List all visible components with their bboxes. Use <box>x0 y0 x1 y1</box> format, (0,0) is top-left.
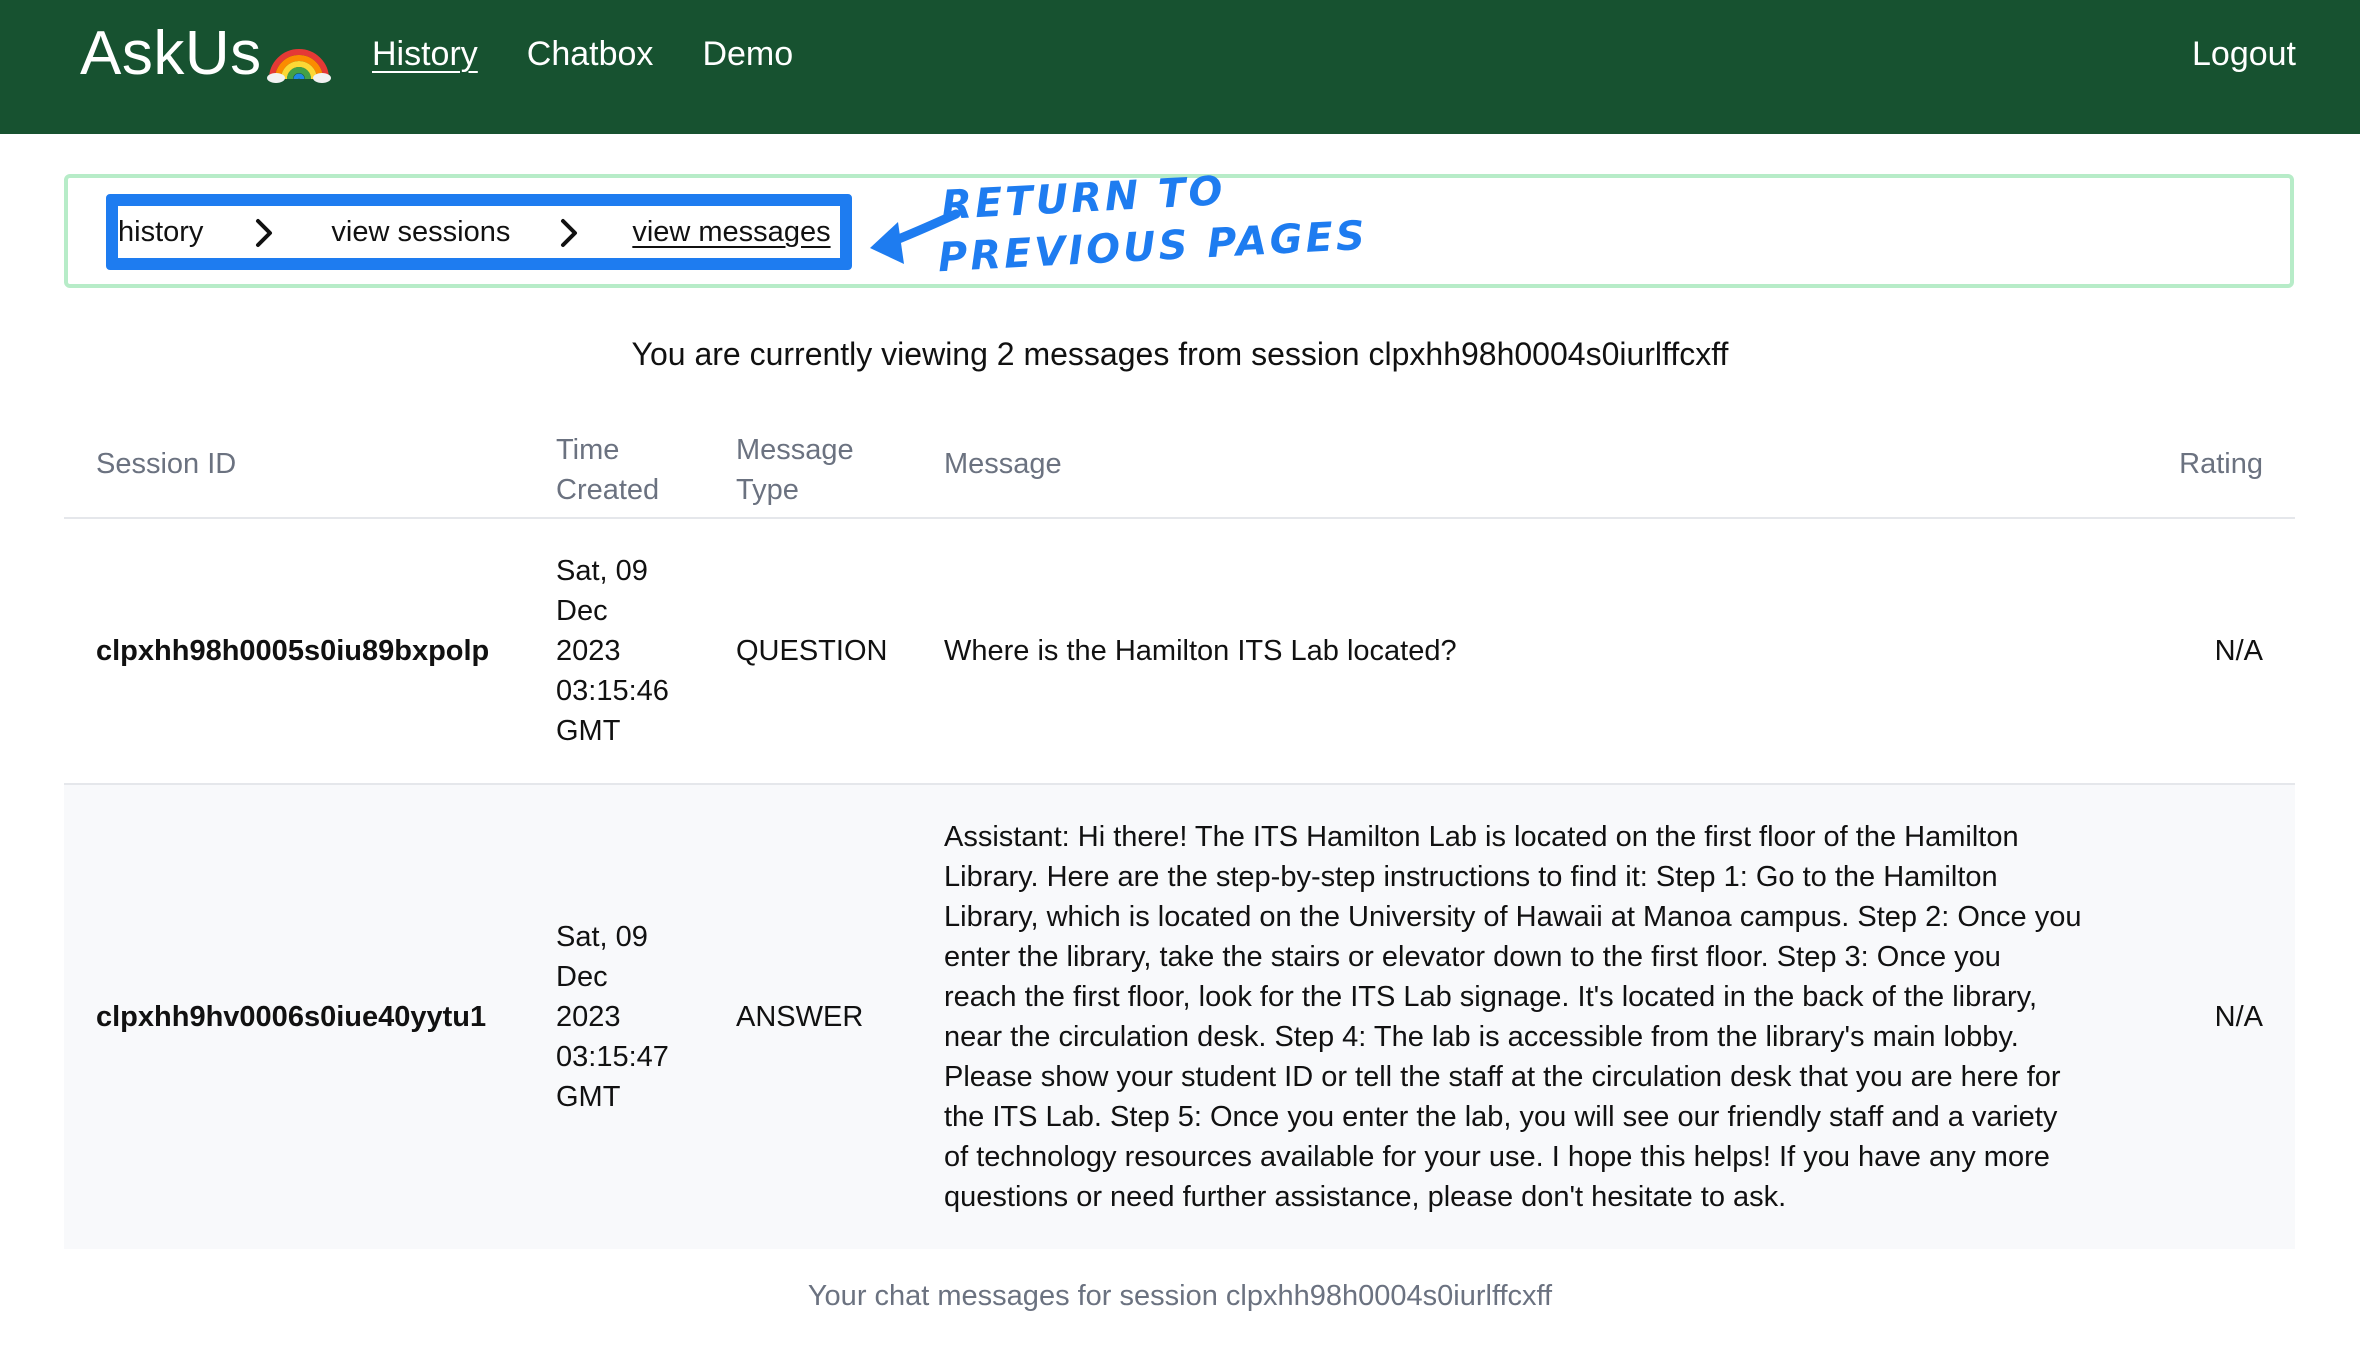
nav-link-chatbox[interactable]: Chatbox <box>527 30 654 78</box>
header-type-line-2: Type <box>736 474 799 506</box>
header-message-type: Message Type <box>736 430 854 510</box>
cell-message-type: QUESTION <box>736 635 888 667</box>
message-line: Library, which is located on the Univers… <box>944 901 2082 933</box>
header-time-line-2: Created <box>556 474 660 506</box>
time-line: Dec <box>556 961 608 993</box>
time-line: 2023 <box>556 1001 621 1033</box>
cell-time-created: Sat, 09 Dec 2023 03:15:46 GMT <box>556 551 706 751</box>
time-line: GMT <box>556 1081 621 1113</box>
time-line: Dec <box>556 595 608 627</box>
rainbow-icon <box>266 48 331 83</box>
message-line: the ITS Lab. Step 5: Once you enter the … <box>944 1101 2058 1133</box>
table-header: Session ID Time Created Message Type Mes… <box>64 420 2295 519</box>
message-line: Library. Here are the step-by-step instr… <box>944 861 1998 893</box>
cell-session-id: clpxhh9hv0006s0iue40yytu1 <box>96 1001 487 1033</box>
table-row: clpxhh9hv0006s0iue40yytu1 Sat, 09 Dec 20… <box>64 785 2295 1249</box>
header-type-line-1: Message <box>736 434 854 466</box>
breadcrumb-view-messages[interactable]: view messages <box>632 216 830 249</box>
breadcrumb: history view sessions view messages <box>118 216 831 249</box>
time-line: Sat, 09 <box>556 555 648 587</box>
breadcrumb-panel: history view sessions view messages RETU… <box>64 168 2294 288</box>
logout-link[interactable]: Logout <box>2192 30 2296 78</box>
header-session-id: Session ID <box>96 448 237 480</box>
cell-message: Where is the Hamilton ITS Lab located? <box>944 635 1457 667</box>
time-line: 03:15:47 <box>556 1041 669 1073</box>
header-message: Message <box>944 448 1062 480</box>
cell-rating: N/A <box>2214 1001 2263 1033</box>
message-line: near the circulation desk. Step 4: The l… <box>944 1021 2019 1053</box>
message-line: Please show your student ID or tell the … <box>944 1061 2061 1093</box>
nav-link-demo[interactable]: Demo <box>702 30 793 78</box>
message-line: reach the first floor, look for the ITS … <box>944 981 2038 1013</box>
nav-links: History Chatbox Demo <box>372 30 842 78</box>
cell-message: Assistant: Hi there! The ITS Hamilton La… <box>944 817 2184 1217</box>
annotation-text: RETURN TO PREVIOUS PAGES <box>937 158 1369 284</box>
time-line: 03:15:46 <box>556 675 669 707</box>
time-line: GMT <box>556 715 621 747</box>
brand-logo[interactable]: AskUs <box>80 18 332 89</box>
chevron-right-icon <box>256 218 273 247</box>
messages-table: Session ID Time Created Message Type Mes… <box>64 420 2295 1249</box>
header-time-created: Time Created <box>556 430 659 510</box>
header-rating: Rating <box>2179 448 2263 480</box>
header-time-line-1: Time <box>556 434 620 466</box>
breadcrumb-history[interactable]: history <box>118 216 203 249</box>
top-navbar: AskUs History Chatbox Demo Logout <box>0 0 2360 134</box>
summary-text: You are currently viewing 2 messages fro… <box>631 336 1729 372</box>
nav-link-history[interactable]: History <box>372 30 478 78</box>
message-line: questions or need further assistance, pl… <box>944 1181 1787 1213</box>
breadcrumb-view-sessions[interactable]: view sessions <box>331 216 510 249</box>
table-row: clpxhh98h0005s0iu89bxpolp Sat, 09 Dec 20… <box>64 519 2295 785</box>
message-line: of technology resources available for yo… <box>944 1141 2050 1173</box>
table-caption: Your chat messages for session clpxhh98h… <box>807 1280 1553 1312</box>
cell-time-created: Sat, 09 Dec 2023 03:15:47 GMT <box>556 917 706 1117</box>
brand-name: AskUs <box>80 19 262 88</box>
message-line: Assistant: Hi there! The ITS Hamilton La… <box>944 821 2019 853</box>
cell-rating: N/A <box>2214 635 2263 667</box>
time-line: Sat, 09 <box>556 921 648 953</box>
cell-message-type: ANSWER <box>736 1001 864 1033</box>
time-line: 2023 <box>556 635 621 667</box>
cell-session-id: clpxhh98h0005s0iu89bxpolp <box>96 635 490 667</box>
message-line: enter the library, take the stairs or el… <box>944 941 2001 973</box>
chevron-right-icon <box>561 218 578 247</box>
